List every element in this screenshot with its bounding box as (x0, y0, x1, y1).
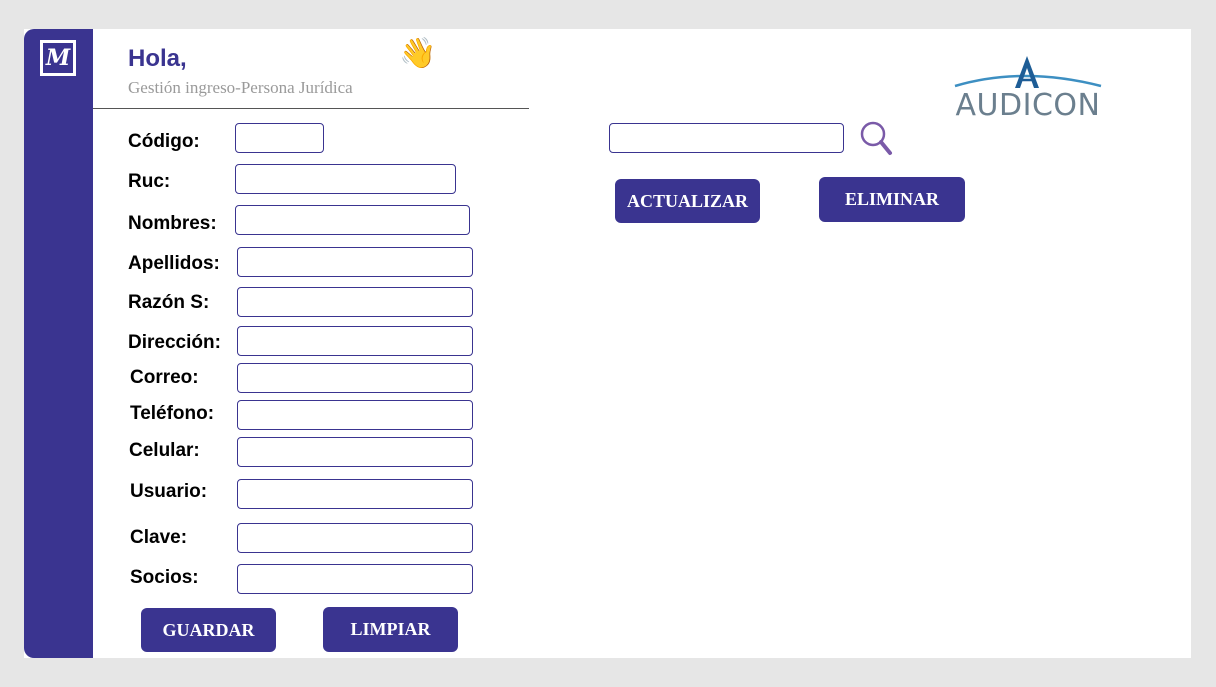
socios-input[interactable] (237, 564, 473, 594)
header-divider (93, 108, 529, 109)
brand-name: AUDICON (955, 88, 1101, 123)
telefono-label: Teléfono: (130, 403, 215, 424)
direccion-label: Dirección: (128, 332, 221, 353)
nombres-input[interactable] (235, 205, 470, 235)
apellidos-input[interactable] (237, 247, 473, 277)
brand-logo: AUDICON (953, 54, 1103, 126)
guardar-button[interactable]: GUARDAR (141, 608, 276, 652)
eliminar-button[interactable]: ELIMINAR (819, 177, 965, 222)
telefono-input[interactable] (237, 400, 473, 430)
celular-input[interactable] (237, 437, 473, 467)
greeting-title: Hola, (128, 45, 187, 72)
ruc-label: Ruc: (128, 171, 171, 192)
search-input[interactable] (609, 123, 844, 153)
razon-social-label: Razón S: (128, 292, 210, 313)
correo-label: Correo: (130, 367, 199, 388)
codigo-label: Código: (128, 131, 200, 152)
sidebar: M (24, 29, 93, 658)
codigo-input[interactable] (235, 123, 324, 153)
page-subtitle: Gestión ingreso-Persona Jurídica (128, 78, 353, 97)
actualizar-button[interactable]: ACTUALIZAR (615, 179, 760, 223)
usuario-label: Usuario: (130, 481, 208, 502)
ruc-input[interactable] (235, 164, 456, 194)
correo-input[interactable] (237, 363, 473, 393)
clave-input[interactable] (237, 523, 473, 553)
direccion-input[interactable] (237, 326, 473, 356)
usuario-input[interactable] (237, 479, 473, 509)
waving-hand-icon: 👋 (399, 37, 437, 70)
search-icon[interactable] (859, 120, 893, 156)
clave-label: Clave: (130, 527, 188, 548)
razon-social-input[interactable] (237, 287, 473, 317)
celular-label: Celular: (129, 440, 200, 461)
apellidos-label: Apellidos: (128, 253, 220, 274)
socios-label: Socios: (130, 567, 199, 588)
nombres-label: Nombres: (128, 213, 217, 234)
m-logo-icon: M (40, 40, 76, 76)
limpiar-button[interactable]: LIMPIAR (323, 607, 458, 652)
